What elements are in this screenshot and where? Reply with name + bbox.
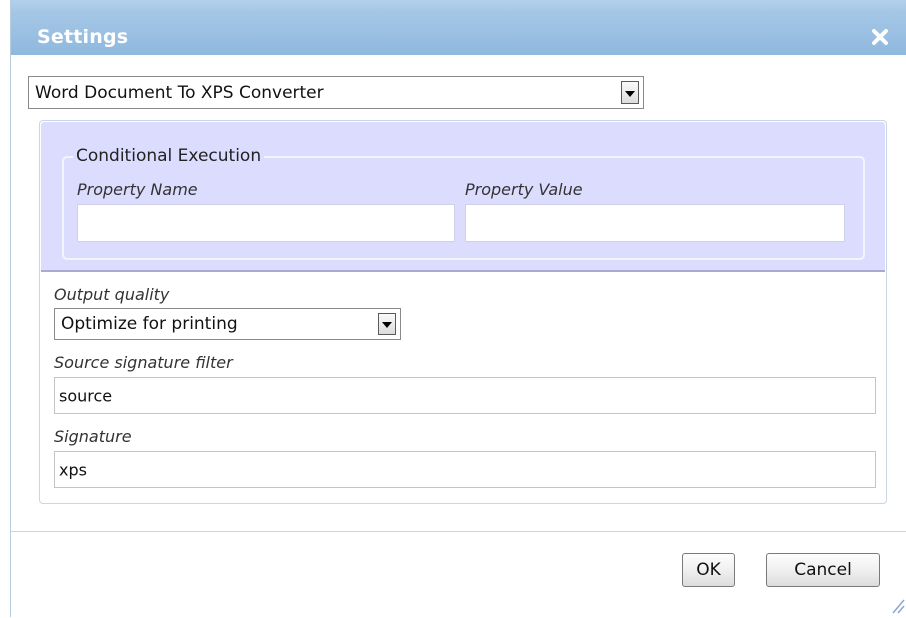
cancel-button[interactable]: Cancel [766,553,880,587]
property-name-input[interactable] [77,204,455,242]
close-icon[interactable] [869,26,891,48]
dialog-titlebar[interactable]: Settings [11,0,906,56]
source-signature-filter-input[interactable]: source [54,377,876,414]
property-value-input[interactable] [465,204,845,242]
conditional-execution-legend: Conditional Execution [73,146,265,166]
output-quality-select-value: Optimize for printing [61,314,238,334]
footer-divider [11,531,906,532]
conditional-execution-section: Conditional Execution Property Name Prop… [41,122,885,272]
signature-input[interactable]: xps [54,451,876,488]
chevron-down-icon[interactable] [378,313,396,335]
source-signature-filter-label: Source signature filter [54,353,233,372]
dialog-title: Settings [37,26,129,48]
resize-grip-icon[interactable] [891,596,905,614]
property-name-label: Property Name [77,180,198,199]
source-signature-filter-value: source [59,386,113,405]
ok-button[interactable]: OK [682,553,735,587]
chevron-down-icon[interactable] [621,81,639,104]
property-value-label: Property Value [465,180,583,199]
signature-label: Signature [54,427,132,446]
signature-value: xps [59,460,87,479]
settings-panel: Conditional Execution Property Name Prop… [39,120,887,504]
converter-select[interactable]: Word Document To XPS Converter [28,76,644,109]
output-quality-label: Output quality [54,285,170,304]
output-quality-select[interactable]: Optimize for printing [54,308,401,340]
settings-dialog: Settings Word Document To XPS Converter … [10,0,906,617]
converter-select-value: Word Document To XPS Converter [35,82,324,103]
